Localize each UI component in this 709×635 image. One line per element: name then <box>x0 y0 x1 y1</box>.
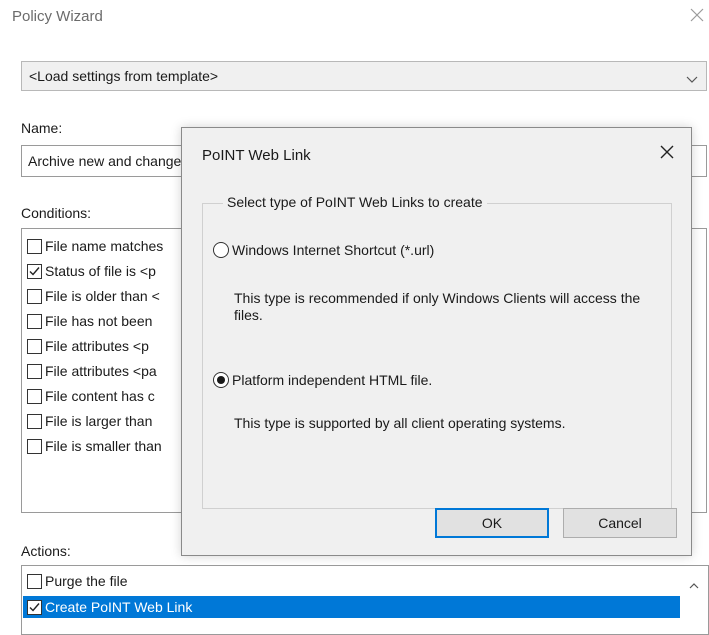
condition-label: File attributes <p <box>45 338 149 354</box>
web-link-dialog: PoINT Web Link Select type of PoINT Web … <box>181 127 692 556</box>
wizard-close-icon[interactable] <box>686 4 708 26</box>
condition-label: File content has c <box>45 388 155 404</box>
option-internet-shortcut[interactable]: Windows Internet Shortcut (*.url) <box>213 242 434 258</box>
condition-item[interactable]: File has not been <box>27 310 152 332</box>
conditions-label: Conditions: <box>21 205 92 221</box>
radio-internet-shortcut[interactable] <box>213 242 229 258</box>
condition-label: File has not been <box>45 313 153 329</box>
name-label: Name: <box>21 120 63 136</box>
option-label: Platform independent HTML file. <box>232 372 433 388</box>
condition-item[interactable]: Status of file is <p <box>27 260 156 282</box>
cancel-button[interactable]: Cancel <box>563 508 677 538</box>
action-checkbox[interactable] <box>27 599 42 615</box>
action-item[interactable]: Purge the file <box>27 570 128 592</box>
condition-checkbox[interactable] <box>27 238 42 254</box>
action-item-selected[interactable]: Create PoINT Web Link <box>23 596 680 618</box>
condition-item[interactable]: File attributes <pa <box>27 360 157 382</box>
condition-item[interactable]: File name matches <box>27 235 163 257</box>
condition-label: File attributes <pa <box>45 363 157 379</box>
option-description: This type is recommended if only Windows… <box>234 290 641 323</box>
action-checkbox[interactable] <box>27 573 42 589</box>
condition-item[interactable]: File is smaller than <box>27 435 162 457</box>
scroll-up-arrow-icon[interactable] <box>688 578 700 589</box>
condition-label: File is larger than <box>45 413 153 429</box>
condition-checkbox[interactable] <box>27 363 42 379</box>
name-input-value: Archive new and changed files <box>28 153 188 169</box>
condition-item[interactable]: File attributes <p <box>27 335 149 357</box>
condition-checkbox[interactable] <box>27 338 42 354</box>
close-icon[interactable] <box>655 140 679 164</box>
option-label: Windows Internet Shortcut (*.url) <box>232 242 435 258</box>
condition-item[interactable]: File content has c <box>27 385 155 407</box>
radio-html-file[interactable] <box>213 372 229 388</box>
condition-checkbox[interactable] <box>27 313 42 329</box>
option-description: This type is supported by all client ope… <box>234 415 566 431</box>
action-label: Purge the file <box>45 573 128 589</box>
group-label: Select type of PoINT Web Links to create <box>223 194 487 210</box>
condition-item[interactable]: File is larger than <box>27 410 152 432</box>
condition-checkbox[interactable] <box>27 438 42 454</box>
condition-checkbox[interactable] <box>27 388 42 404</box>
action-label: Create PoINT Web Link <box>45 599 193 615</box>
chevron-down-icon <box>686 72 698 83</box>
ok-button[interactable]: OK <box>435 508 549 538</box>
condition-checkbox[interactable] <box>27 288 42 304</box>
actions-label: Actions: <box>21 543 71 559</box>
option-html-file[interactable]: Platform independent HTML file. <box>213 372 432 388</box>
condition-item[interactable]: File is older than < <box>27 285 160 307</box>
condition-checkbox[interactable] <box>27 263 42 279</box>
link-type-group: Select type of PoINT Web Links to create… <box>202 194 672 509</box>
template-select[interactable]: <Load settings from template> <box>21 61 707 91</box>
condition-label: File name matches <box>45 238 164 254</box>
actions-list[interactable]: Purge the file Create PoINT Web Link <box>21 565 709 635</box>
condition-label: File is smaller than <box>45 438 162 454</box>
wizard-title: Policy Wizard <box>12 8 103 25</box>
condition-checkbox[interactable] <box>27 413 42 429</box>
condition-label: Status of file is <p <box>45 263 156 279</box>
condition-label: File is older than < <box>45 288 160 304</box>
dialog-title: PoINT Web Link <box>202 147 311 164</box>
template-select-value: <Load settings from template> <box>29 68 219 84</box>
